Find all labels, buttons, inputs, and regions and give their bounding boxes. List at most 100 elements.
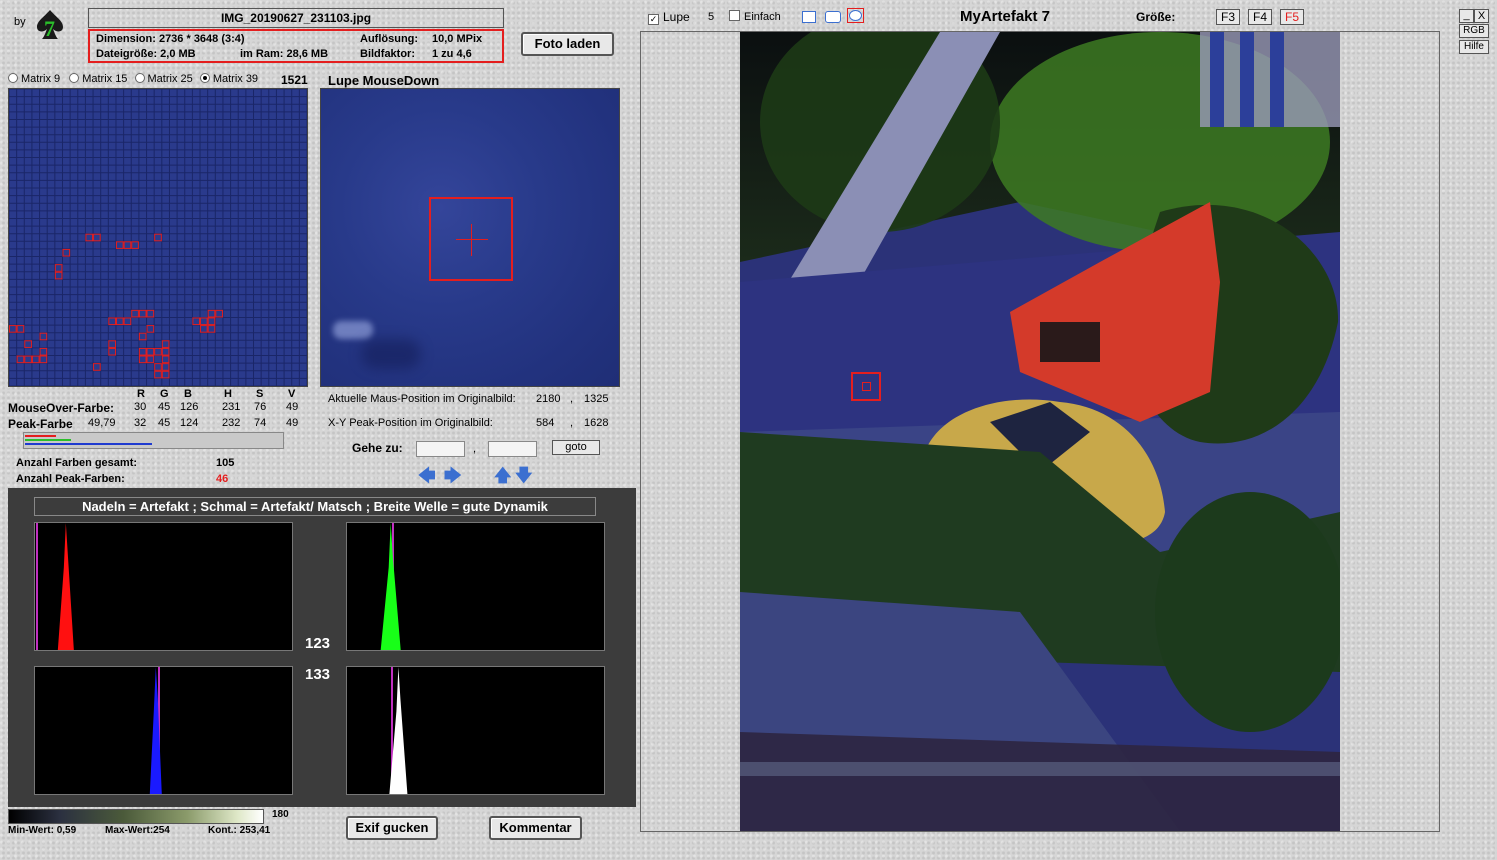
rgb-button[interactable]: RGB	[1459, 24, 1489, 38]
info-dimension: Dimension: 2736 * 3648 (3:4)	[96, 33, 245, 45]
mouseover-b: 126	[180, 401, 199, 413]
info-bildfaktor-label: Bildfaktor:	[360, 48, 415, 60]
rgb-bar-red	[25, 435, 56, 437]
shape-rect-icon[interactable]	[802, 11, 816, 23]
min-wert: Min-Wert: 0,59	[8, 825, 77, 836]
peak-position-x: 584	[536, 417, 555, 429]
histogram-blue	[34, 666, 293, 795]
radio-icon	[8, 73, 18, 83]
histogram-green	[346, 522, 605, 651]
matrix-count: 1521	[281, 73, 308, 87]
mouseover-label: MouseOver-Farbe:	[8, 401, 115, 415]
image-viewer[interactable]	[640, 31, 1440, 832]
col-header-g: G	[160, 388, 169, 400]
histogram-caption: Nadeln = Artefakt ; Schmal = Artefakt/ M…	[34, 497, 596, 516]
logo-by: by	[14, 16, 26, 28]
col-header-s: S	[256, 388, 264, 400]
rgb-bar-green	[25, 439, 71, 441]
lupe-toggle[interactable]: ✓ Lupe	[648, 10, 690, 25]
hilfe-button[interactable]: Hilfe	[1459, 40, 1489, 54]
rgb-level-bar	[23, 432, 284, 449]
svg-text:7: 7	[44, 16, 55, 41]
checkbox-checked-icon: ✓	[648, 14, 659, 25]
peak-label: Peak-Farbe	[8, 417, 73, 431]
close-button[interactable]: X	[1474, 9, 1489, 23]
peak-position-sep: ,	[570, 417, 574, 429]
f5-button[interactable]: F5	[1280, 9, 1304, 25]
peak-white-shape	[389, 667, 408, 794]
info-bildfaktor-value: 1 zu 4,6	[432, 48, 472, 60]
peak-red-shape	[57, 523, 74, 650]
peak-extra: 49,79	[88, 417, 116, 429]
logo-icon: 7	[33, 8, 67, 42]
histogram-panel: Nadeln = Artefakt ; Schmal = Artefakt/ M…	[8, 488, 636, 807]
info-aufloesung-value: 10,0 MPix	[432, 33, 483, 45]
matrix-option-15[interactable]: Matrix 15	[69, 73, 127, 85]
luminance-gradient	[8, 809, 264, 824]
peak-h: 232	[222, 417, 241, 429]
info-dateigroesse: Dateigröße: 2,0 MB	[96, 48, 196, 60]
anzahl-farben-value: 105	[216, 457, 235, 469]
color-matrix[interactable]	[8, 88, 308, 387]
matrix-options: Matrix 9 Matrix 15 Matrix 25 Matrix 39	[8, 73, 258, 85]
peak-v: 49	[286, 417, 299, 429]
lupe-smudge-2	[361, 339, 421, 369]
arrow-right-icon[interactable]: 🡆	[444, 467, 462, 484]
foto-laden-button[interactable]: Foto laden	[521, 32, 614, 56]
col-header-r: R	[137, 388, 145, 400]
einfach-toggle[interactable]: Einfach	[729, 10, 781, 23]
photo[interactable]	[740, 32, 1340, 831]
arrow-left-icon[interactable]: 🡄	[418, 467, 436, 484]
matrix-option-39[interactable]: Matrix 39	[199, 73, 258, 85]
goto-button[interactable]: goto	[552, 440, 600, 455]
file-name-box: IMG_20190627_231103.jpg	[88, 8, 504, 28]
peak-g: 45	[158, 417, 171, 429]
peak-s: 74	[254, 417, 267, 429]
gradient-max: 180	[272, 809, 289, 820]
maus-position-sep: ,	[570, 393, 574, 405]
f4-button[interactable]: F4	[1248, 9, 1272, 25]
info-ram: im Ram: 28,6 MB	[240, 48, 329, 60]
goto-y-input[interactable]	[488, 441, 537, 457]
arrow-up-icon[interactable]: 🡅	[494, 467, 511, 484]
app-title: MyArtefakt 7	[960, 8, 1051, 25]
maus-position-label: Aktuelle Maus-Position im Originalbild:	[328, 393, 516, 405]
mouseover-h: 231	[222, 401, 241, 413]
peak-position-label: X-Y Peak-Position im Originalbild:	[328, 417, 493, 429]
info-aufloesung-label: Auflösung:	[360, 33, 419, 45]
goto-x-input[interactable]	[416, 441, 465, 457]
lupe-size: 5	[708, 11, 715, 23]
lupe-view[interactable]	[320, 88, 620, 387]
exif-button[interactable]: Exif gucken	[346, 816, 438, 840]
peak-b: 124	[180, 417, 199, 429]
histogram-luma	[346, 666, 605, 795]
histogram-red	[34, 522, 293, 651]
matrix-background	[9, 89, 307, 386]
crosshair-h	[456, 239, 488, 240]
maus-position-y: 1325	[584, 393, 609, 405]
matrix-option-25[interactable]: Matrix 25	[134, 73, 193, 85]
minimize-button[interactable]: _	[1459, 9, 1474, 23]
gehe-zu-label: Gehe zu:	[352, 441, 403, 455]
matrix-option-9[interactable]: Matrix 9	[8, 73, 60, 85]
radio-icon	[134, 73, 145, 83]
f3-button[interactable]: F3	[1216, 9, 1240, 25]
maus-position-x: 2180	[536, 393, 561, 405]
rgb-bar-blue	[25, 443, 152, 445]
photo-cursor-box	[851, 372, 881, 401]
kommentar-button[interactable]: Kommentar	[489, 816, 582, 840]
crosshair-v	[471, 224, 472, 256]
peak-green-shape	[380, 523, 401, 650]
shape-rounded-icon[interactable]	[825, 11, 841, 23]
goto-sep: ,	[473, 443, 477, 455]
mouseover-v: 49	[286, 401, 299, 413]
checkbox-icon	[729, 10, 740, 21]
lupe-title: Lupe MouseDown	[328, 73, 440, 88]
color-table: R G B H S V MouseOver-Farbe: 30 45 126 2…	[8, 388, 308, 432]
peak-blue-shape	[149, 667, 162, 794]
max-wert: Max-Wert:254	[105, 825, 170, 836]
arrow-down-icon[interactable]: 🡇	[515, 467, 532, 484]
shape-circle-icon[interactable]	[847, 8, 864, 23]
anzahl-peak-value: 46	[216, 473, 229, 485]
histogram-num-2: 133	[305, 666, 331, 683]
